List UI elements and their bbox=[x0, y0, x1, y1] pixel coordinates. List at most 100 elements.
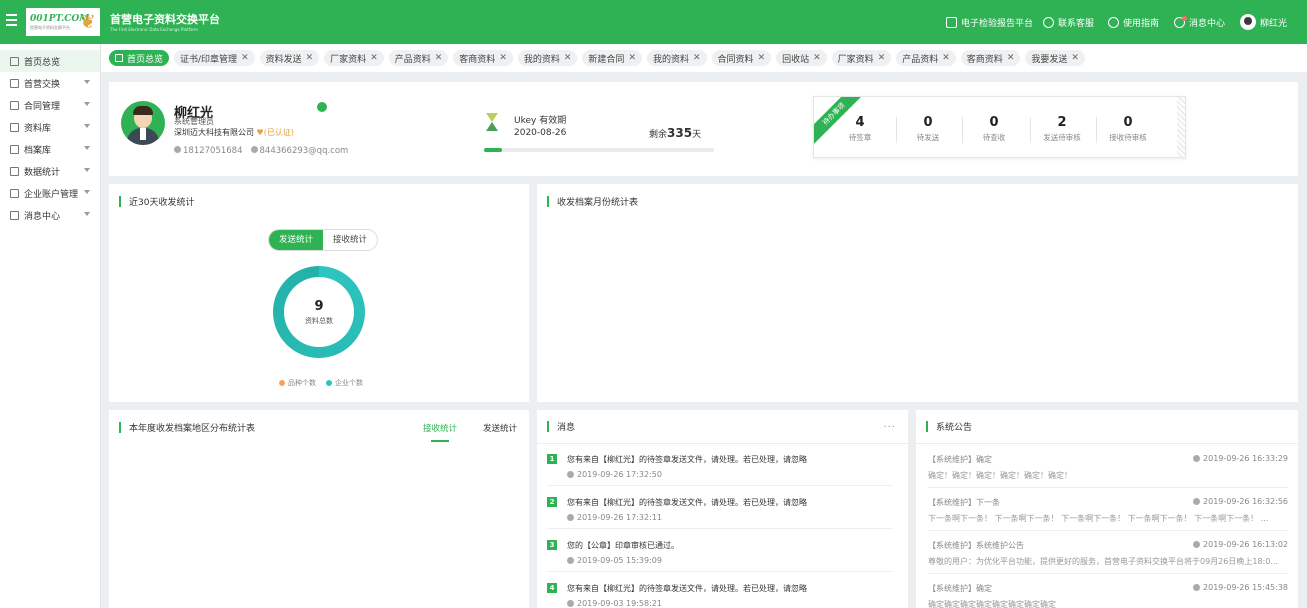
panel-title: 系统公告 bbox=[916, 410, 1298, 444]
todo-to-sign[interactable]: 4 待签章 bbox=[832, 115, 888, 143]
close-icon[interactable]: ✕ bbox=[878, 53, 886, 63]
legend-varieties[interactable]: 品种个数 bbox=[279, 378, 316, 388]
clock-icon bbox=[1193, 455, 1201, 462]
panel-title: 本年度收发档案地区分布统计表 bbox=[109, 410, 255, 444]
close-icon[interactable]: ✕ bbox=[564, 53, 572, 63]
report-icon bbox=[946, 16, 957, 28]
tab-product[interactable]: 产品资料 ✕ bbox=[388, 50, 449, 66]
sidebar-item-messages[interactable]: 消息中心 bbox=[0, 204, 100, 226]
list-item[interactable]: 1 您有来自【柳红光】的待签章发送文件，请处理。若已处理，请忽略 2019-09… bbox=[547, 452, 893, 486]
customer-service-link[interactable]: 联系客服 bbox=[1043, 14, 1094, 30]
sidebar-item-label: 消息中心 bbox=[24, 211, 61, 222]
tab-label: 合同资料 bbox=[717, 54, 754, 65]
todo-receive-review[interactable]: 0 接收待审核 bbox=[1100, 115, 1156, 143]
sidebar-item-contract[interactable]: 合同管理 bbox=[0, 94, 100, 116]
tab-send-stats[interactable]: 发送统计 bbox=[483, 422, 517, 434]
mail-icon bbox=[250, 146, 258, 153]
todo-to-send[interactable]: 0 待发送 bbox=[900, 115, 956, 143]
notice-date: 2019-09-26 16:32:56 bbox=[1193, 497, 1288, 506]
list-item[interactable]: 3 您的【公章】印章审核已通过。 2019-09-05 15:39:09 bbox=[547, 538, 893, 572]
tab-customer-2[interactable]: 客商资料 ✕ bbox=[960, 50, 1021, 66]
sidebar-item-label: 资料库 bbox=[24, 123, 52, 134]
todo-label: 待查收 bbox=[982, 133, 1006, 142]
tab-send-stats[interactable]: 发送统计 bbox=[269, 230, 324, 250]
panel-title: 消息 bbox=[537, 410, 908, 444]
sidebar-item-company[interactable]: 企业账户管理 bbox=[0, 182, 100, 204]
sidebar-item-exchange[interactable]: 首营交换 bbox=[0, 72, 100, 94]
donut-chart: 9 资料总数 bbox=[273, 266, 365, 358]
sidebar-item-label: 企业账户管理 bbox=[24, 189, 79, 200]
list-item[interactable]: 【系统维护】确定 2019-09-26 15:45:38 确定确定确定确定确定确… bbox=[928, 581, 1288, 608]
share-icon[interactable] bbox=[317, 102, 327, 112]
list-item[interactable]: 【系统维护】确定 2019-09-26 16:33:29 确定！确定！确定！确定… bbox=[928, 452, 1288, 488]
library-icon bbox=[10, 122, 19, 132]
clock-icon bbox=[1193, 584, 1201, 591]
tab-receive-stats[interactable]: 接收统计 bbox=[423, 422, 457, 442]
close-icon[interactable]: ✕ bbox=[499, 53, 507, 63]
todo-send-review[interactable]: 2 发送待审核 bbox=[1034, 115, 1090, 143]
tab-customer[interactable]: 客商资料 ✕ bbox=[453, 50, 513, 66]
tab-cert-seal[interactable]: 证书/印章管理 ✕ bbox=[174, 50, 255, 66]
legend-label: 企业个数 bbox=[335, 379, 363, 387]
list-item[interactable]: 【系统维护】下一条 2019-09-26 16:32:56 下一条啊下一条！ 下… bbox=[928, 495, 1288, 531]
user-menu[interactable]: 柳红光 bbox=[1240, 14, 1287, 30]
time-value: 2019-09-26 17:32:50 bbox=[577, 470, 662, 479]
more-icon[interactable]: ··· bbox=[883, 422, 896, 433]
report-platform-link[interactable]: 电子检验报告平台 bbox=[946, 14, 1033, 30]
chevron-down-icon bbox=[84, 124, 90, 128]
tab-my-files[interactable]: 我的资料 ✕ bbox=[517, 50, 578, 66]
tab-new-contract[interactable]: 新建合同 ✕ bbox=[582, 50, 642, 66]
tab-manufacturer-2[interactable]: 厂家资料 ✕ bbox=[831, 50, 892, 66]
notice-body: 尊敬的用户：为优化平台功能，提供更好的服务，首营电子资料交换平台将于09月26日… bbox=[928, 557, 1278, 566]
sidebar-item-library[interactable]: 资料库 bbox=[0, 116, 100, 138]
sidebar-item-overview[interactable]: 首页总览 bbox=[0, 50, 100, 72]
panel-title: 收发档案月份统计表 bbox=[537, 184, 638, 218]
legend-label: 品种个数 bbox=[288, 379, 316, 387]
close-icon[interactable]: ✕ bbox=[370, 53, 378, 63]
message-center-link[interactable]: 消息中心 bbox=[1174, 14, 1225, 30]
list-item[interactable]: 2 您有来自【柳红光】的待签章发送文件，请处理。若已处理，请忽略 2019-09… bbox=[547, 495, 893, 529]
list-item[interactable]: 4 您有来自【柳红光】的待签章发送文件，请处理。若已处理，请忽略 2019-09… bbox=[547, 581, 893, 608]
tab-manufacturer[interactable]: 厂家资料 ✕ bbox=[324, 50, 384, 66]
close-icon[interactable]: ✕ bbox=[693, 53, 701, 63]
messages-panel: 消息 ··· 1 您有来自【柳红光】的待签章发送文件，请处理。若已处理，请忽略 … bbox=[537, 410, 908, 608]
leaf-icon: ❦ bbox=[80, 11, 96, 33]
tab-contract-files[interactable]: 合同资料 ✕ bbox=[711, 50, 772, 66]
phone-icon bbox=[174, 146, 181, 153]
tab-want-send[interactable]: 我要发送 ✕ bbox=[1025, 50, 1085, 66]
menu-toggle-icon[interactable] bbox=[6, 14, 20, 28]
tab-overview[interactable]: 首页总览 bbox=[109, 50, 170, 66]
email-value: 844366293@qq.com bbox=[259, 146, 349, 156]
tab-recycle[interactable]: 回收站 ✕ bbox=[776, 50, 827, 66]
top-bar: 001PT.COM 首营电子资料交换平台 ❦ 首营电子资料交换平台 The Fi… bbox=[0, 0, 1307, 44]
sidebar-item-statistics[interactable]: 数据统计 bbox=[0, 160, 100, 182]
tab-send[interactable]: 资料发送 ✕ bbox=[259, 50, 320, 66]
close-icon[interactable]: ✕ bbox=[942, 53, 950, 63]
tab-product-2[interactable]: 产品资料 ✕ bbox=[896, 50, 956, 66]
message-text: 您的【公章】印章审核已通过。 bbox=[567, 541, 679, 550]
close-icon[interactable]: ✕ bbox=[1071, 53, 1079, 63]
close-icon[interactable]: ✕ bbox=[813, 53, 821, 63]
message-text: 您有来自【柳红光】的待签章发送文件，请处理。若已处理，请忽略 bbox=[567, 455, 807, 464]
close-icon[interactable]: ✕ bbox=[435, 53, 443, 63]
sidebar-item-label: 数据统计 bbox=[24, 167, 61, 178]
close-icon[interactable]: ✕ bbox=[628, 53, 636, 63]
todo-to-receive[interactable]: 0 待查收 bbox=[966, 115, 1022, 143]
region-tabs: 接收统计 发送统计 bbox=[423, 422, 517, 442]
close-icon[interactable]: ✕ bbox=[1007, 53, 1015, 63]
close-icon[interactable]: ✕ bbox=[241, 53, 249, 63]
sidebar-item-archive[interactable]: 档案库 bbox=[0, 138, 100, 160]
logo[interactable]: 001PT.COM 首营电子资料交换平台 ❦ bbox=[26, 8, 100, 36]
close-icon[interactable]: ✕ bbox=[758, 53, 766, 63]
todo-label: 发送待审核 bbox=[1043, 133, 1081, 142]
ukey-progress-bar bbox=[484, 148, 714, 152]
list-item[interactable]: 【系统维护】系统维护公告 2019-09-26 16:13:02 尊敬的用户：为… bbox=[928, 538, 1288, 574]
close-icon[interactable]: ✕ bbox=[306, 53, 314, 63]
legend-companies[interactable]: 企业个数 bbox=[326, 378, 363, 388]
notice-body: 确定确定确定确定确定确定确定确定 bbox=[928, 600, 1056, 608]
user-guide-link[interactable]: 使用指南 bbox=[1108, 14, 1159, 30]
tab-receive-stats[interactable]: 接收统计 bbox=[323, 230, 377, 250]
message-number: 4 bbox=[547, 583, 557, 593]
tab-my-files-2[interactable]: 我的资料 ✕ bbox=[646, 50, 707, 66]
message-center-label: 消息中心 bbox=[1189, 18, 1226, 29]
